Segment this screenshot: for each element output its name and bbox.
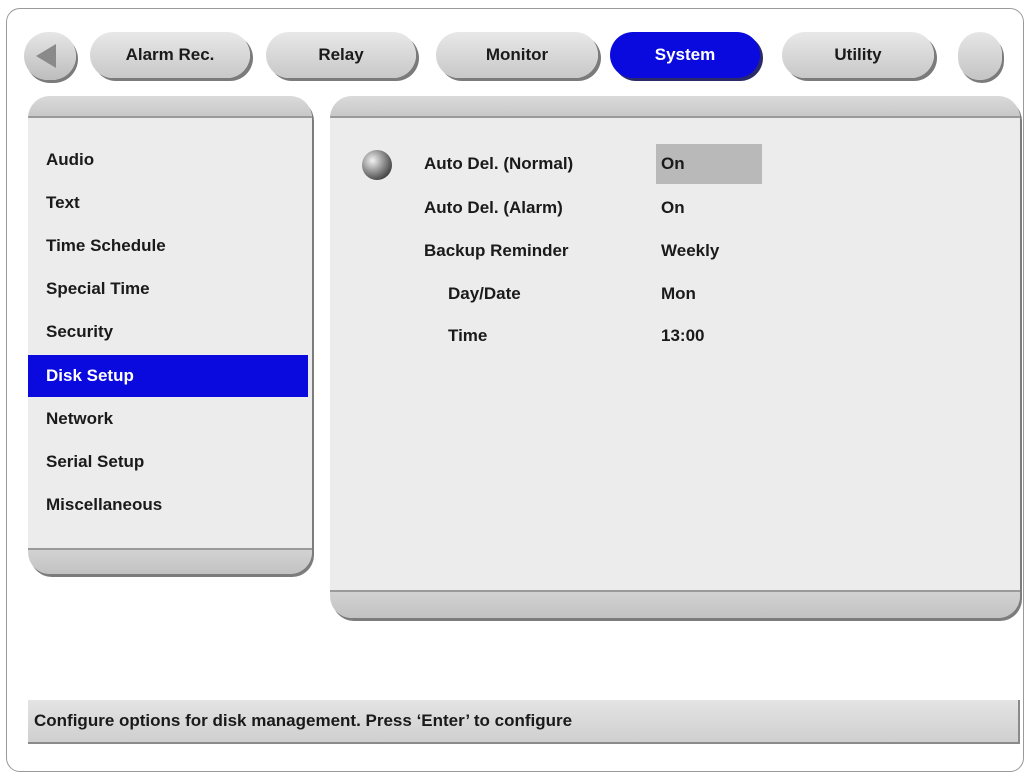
menu-panel-header (28, 96, 312, 118)
menu-item-special-time[interactable]: Special Time (28, 268, 308, 310)
backup-reminder-value[interactable]: Weekly (656, 231, 719, 271)
tab-relay[interactable]: Relay (266, 32, 416, 78)
menu-item-time-schedule[interactable]: Time Schedule (28, 225, 308, 267)
selection-bullet-icon (362, 150, 392, 180)
status-bar: Configure options for disk management. P… (28, 700, 1020, 744)
auto-del-normal-label: Auto Del. (Normal) (424, 154, 574, 173)
menu-item-audio[interactable]: Audio (28, 139, 308, 181)
tab-bar: Alarm Rec. Relay Monitor System Utility (24, 28, 1014, 84)
time-value[interactable]: 13:00 (656, 316, 704, 356)
back-button[interactable] (24, 32, 76, 80)
settings-panel-header (330, 96, 1020, 118)
backup-reminder-label: Backup Reminder (424, 241, 569, 260)
menu-item-text[interactable]: Text (28, 182, 308, 224)
status-text: Configure options for disk management. P… (34, 711, 573, 730)
menu-item-security[interactable]: Security (28, 311, 308, 353)
day-date-value[interactable]: Mon (656, 274, 696, 314)
day-date-label: Day/Date (448, 284, 521, 303)
auto-del-normal-value[interactable]: On (656, 144, 762, 184)
settings-panel-footer (330, 590, 1020, 618)
menu-panel-footer (28, 548, 312, 574)
time-label: Time (448, 326, 488, 345)
menu-item-miscellaneous[interactable]: Miscellaneous (28, 484, 308, 526)
next-button[interactable] (958, 32, 1002, 80)
auto-del-alarm-value[interactable]: On (656, 188, 685, 228)
tab-alarm-rec[interactable]: Alarm Rec. (90, 32, 250, 78)
auto-del-alarm-label: Auto Del. (Alarm) (424, 198, 563, 217)
menu-item-network[interactable]: Network (28, 398, 308, 440)
left-arrow-icon (36, 44, 56, 68)
tab-utility[interactable]: Utility (782, 32, 934, 78)
menu-item-disk-setup[interactable]: Disk Setup (28, 355, 308, 397)
menu-item-serial-setup[interactable]: Serial Setup (28, 441, 308, 483)
tab-system[interactable]: System (610, 32, 760, 78)
tab-monitor[interactable]: Monitor (436, 32, 598, 78)
